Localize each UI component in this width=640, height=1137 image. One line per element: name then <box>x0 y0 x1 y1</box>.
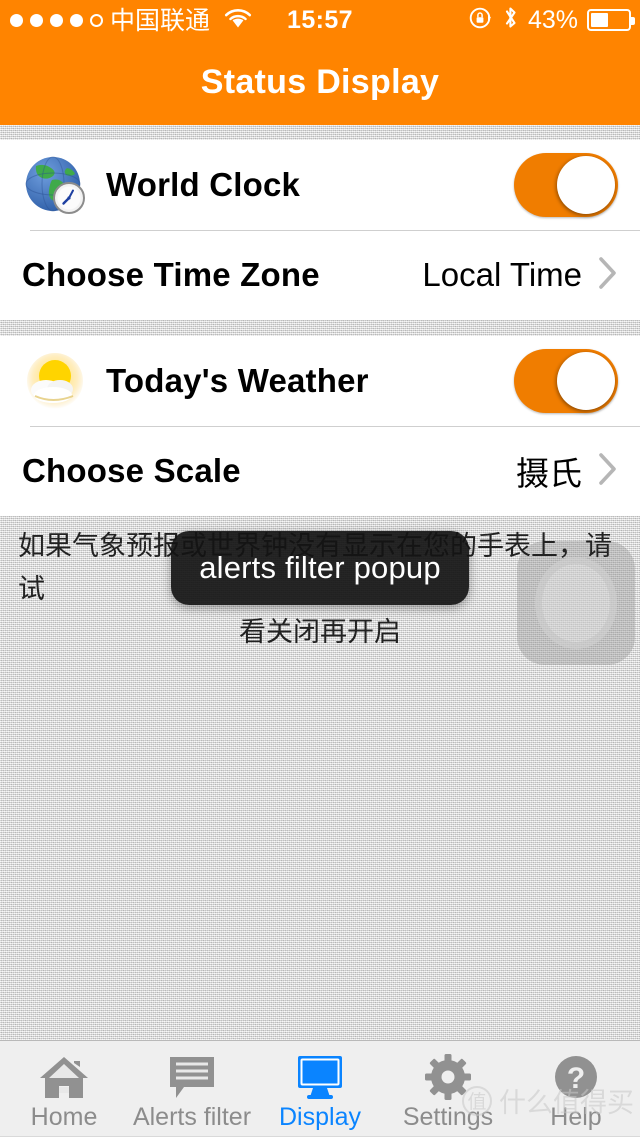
page-title: Status Display <box>200 63 440 101</box>
row-accessory <box>514 349 618 413</box>
globe-clock-icon <box>22 154 88 216</box>
row-label-world-clock: World Clock <box>106 166 301 203</box>
brand-watermark-text: 什么值得买 <box>499 1088 634 1119</box>
row-accessory <box>514 153 618 217</box>
brand-watermark: 值 什么值得买 <box>462 1081 634 1120</box>
toggle-world-clock[interactable] <box>514 153 618 217</box>
tab-display[interactable]: Display <box>256 1041 384 1137</box>
row-label-choose-time-zone: Choose Time Zone <box>22 256 320 293</box>
hint-line-2: 看关闭再开启 <box>239 617 401 648</box>
row-choose-time-zone[interactable]: Choose Time Zone Local Time <box>0 230 640 320</box>
row-accessory: 摄氏 <box>516 447 618 495</box>
chevron-right-icon <box>598 256 618 295</box>
row-accessory: Local Time <box>422 256 618 295</box>
row-choose-scale[interactable]: Choose Scale 摄氏 <box>0 426 640 516</box>
status-bar: 中国联通 15:57 43% <box>0 0 640 40</box>
row-world-clock[interactable]: World Clock <box>0 140 640 230</box>
toast-message: alerts filter popup <box>199 550 441 585</box>
status-bar-clock: 15:57 <box>287 5 353 34</box>
toggle-todays-weather[interactable] <box>514 349 618 413</box>
toggle-knob <box>557 156 615 214</box>
row-todays-weather[interactable]: Today's Weather <box>0 336 640 426</box>
settings-group-world-clock: World Clock Choose Time Zone Local Time <box>0 140 640 320</box>
row-label-choose-scale: Choose Scale <box>22 452 241 489</box>
alerts-filter-popup-toast: alerts filter popup <box>171 531 469 605</box>
tab-label-home: Home <box>30 1103 98 1131</box>
monitor-icon <box>294 1053 346 1101</box>
navigation-bar: Status Display <box>0 40 640 125</box>
toggle-knob <box>557 352 615 410</box>
speech-bubble-icon <box>167 1053 217 1101</box>
value-scale: 摄氏 <box>516 455 582 492</box>
sun-cloud-icon <box>22 350 88 412</box>
value-time-zone: Local Time <box>422 256 582 293</box>
tab-label-alerts-filter: Alerts filter <box>132 1103 252 1131</box>
brand-badge-icon: 值 <box>462 1085 492 1116</box>
settings-group-weather: Today's Weather Choose Scale 摄氏 <box>0 336 640 516</box>
tab-home[interactable]: Home <box>0 1041 128 1137</box>
tab-alerts-filter[interactable]: Alerts filter <box>128 1041 256 1137</box>
home-icon <box>38 1053 90 1101</box>
row-label-todays-weather: Today's Weather <box>106 362 369 399</box>
battery-icon <box>587 9 635 31</box>
tab-label-display: Display <box>279 1103 361 1131</box>
chevron-right-icon <box>598 452 618 491</box>
